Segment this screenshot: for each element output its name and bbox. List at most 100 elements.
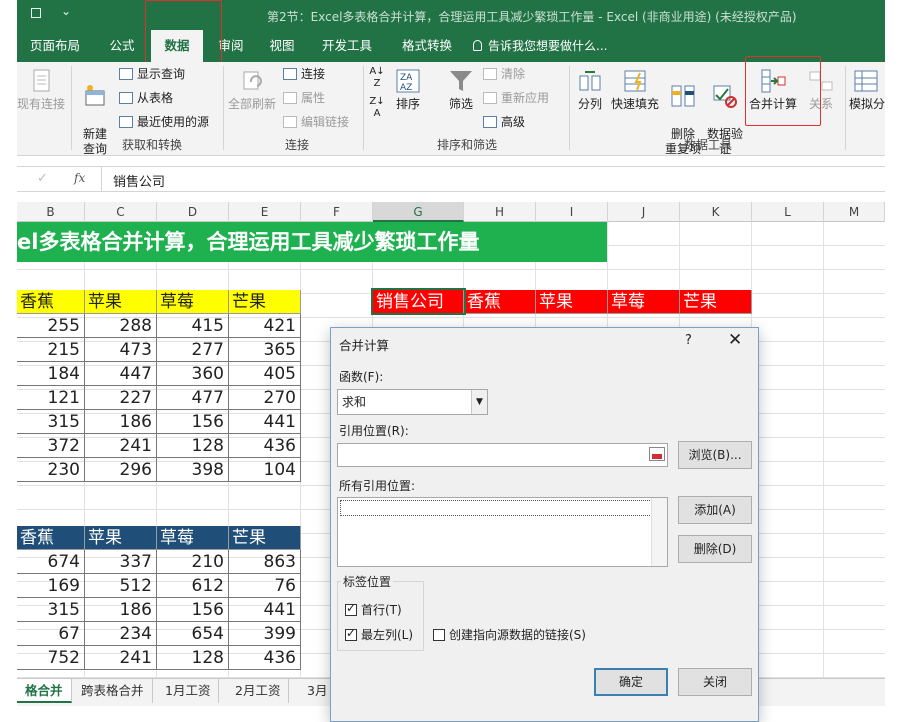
table-cell[interactable]: 156	[157, 410, 229, 434]
table-cell[interactable]: 270	[229, 386, 301, 410]
tab-format-convert[interactable]: 格式转换	[391, 30, 463, 62]
table-cell[interactable]: 186	[85, 598, 157, 622]
table-cell[interactable]: 477	[157, 386, 229, 410]
reference-input[interactable]	[337, 443, 668, 467]
table-cell[interactable]: 436	[229, 646, 301, 670]
table-cell[interactable]: 365	[229, 338, 301, 362]
table-cell[interactable]: 654	[157, 622, 229, 646]
table-cell[interactable]: 241	[85, 434, 157, 458]
column-header-f[interactable]: F	[301, 202, 373, 222]
column-header-d[interactable]: D	[157, 202, 229, 222]
sheet-tab[interactable]: 1月工资	[157, 679, 220, 703]
table-cell[interactable]: 104	[229, 458, 301, 482]
table-cell[interactable]: 277	[157, 338, 229, 362]
table-cell[interactable]: 241	[85, 646, 157, 670]
table-cell[interactable]: 255	[17, 314, 85, 338]
tell-me-search[interactable]: 告诉我您想要做什么...	[473, 30, 607, 62]
table-cell[interactable]: 399	[229, 622, 301, 646]
edit-links-button[interactable]: 编辑链接	[283, 112, 349, 132]
browse-button[interactable]: 浏览(B)...	[678, 441, 752, 469]
ok-button[interactable]: 确定	[594, 668, 668, 696]
table-cell[interactable]: 184	[17, 362, 85, 386]
sort-asc-button[interactable]: A↓ Z	[367, 66, 387, 90]
table2-header[interactable]: 草莓	[157, 526, 229, 550]
tab-developer[interactable]: 开发工具	[313, 30, 381, 62]
table-cell[interactable]: 315	[17, 598, 85, 622]
clear-filter-button[interactable]: 清除	[483, 64, 525, 84]
table-cell[interactable]: 360	[157, 362, 229, 386]
column-header-j[interactable]: J	[608, 202, 680, 222]
result-header[interactable]: 芒果	[680, 290, 752, 314]
sheet-tab[interactable]: 格合并	[17, 679, 72, 703]
show-query-button[interactable]: 显示查询	[119, 64, 185, 84]
enter-check-icon[interactable]: ✓	[37, 171, 48, 186]
table-cell[interactable]: 76	[229, 574, 301, 598]
table-cell[interactable]: 234	[85, 622, 157, 646]
sheet-tab[interactable]: 跨表格合并	[73, 679, 153, 703]
create-links-checkbox[interactable]: 创建指向源数据的链接(S)	[433, 626, 586, 643]
refresh-all-button[interactable]: 全部刷新	[227, 68, 277, 112]
column-header-g[interactable]: G	[373, 202, 464, 222]
column-header-l[interactable]: L	[752, 202, 824, 222]
table-cell[interactable]: 296	[85, 458, 157, 482]
reapply-button[interactable]: 重新应用	[483, 88, 549, 108]
existing-connections-button[interactable]: 现有连接	[17, 68, 65, 112]
quick-access-chevron-icon[interactable]: ⌄	[61, 4, 71, 18]
delete-button[interactable]: 删除(D)	[678, 535, 752, 563]
left-column-checkbox[interactable]: 最左列(L)	[345, 626, 413, 643]
table-cell[interactable]: 447	[85, 362, 157, 386]
formula-input[interactable]: 销售公司	[113, 171, 165, 190]
table-cell[interactable]: 227	[85, 386, 157, 410]
insert-function-icon[interactable]: fx	[74, 171, 85, 185]
tab-formulas[interactable]: 公式	[99, 30, 145, 62]
list-scrollbar[interactable]	[651, 498, 667, 566]
table1-header[interactable]: 苹果	[85, 290, 157, 314]
table-cell[interactable]: 372	[17, 434, 85, 458]
sort-button[interactable]: ZA AZ 排序	[391, 68, 425, 112]
column-header-h[interactable]: H	[464, 202, 536, 222]
range-select-icon[interactable]	[649, 447, 665, 461]
advanced-filter-button[interactable]: 高级	[483, 112, 525, 132]
column-header-i[interactable]: I	[536, 202, 608, 222]
table-cell[interactable]: 674	[17, 550, 85, 574]
close-icon[interactable]: ✕	[728, 330, 742, 350]
table-cell[interactable]: 612	[157, 574, 229, 598]
table-cell[interactable]: 337	[85, 550, 157, 574]
table1-header[interactable]: 芒果	[229, 290, 301, 314]
recent-sources-button[interactable]: 最近使用的源	[119, 112, 209, 132]
table-cell[interactable]: 752	[17, 646, 85, 670]
result-header[interactable]: 苹果	[536, 290, 608, 314]
table-cell[interactable]: 215	[17, 338, 85, 362]
table-cell[interactable]: 473	[85, 338, 157, 362]
what-if-button[interactable]: 模拟分	[849, 68, 885, 112]
table1-header[interactable]: 香蕉	[17, 290, 85, 314]
column-header-k[interactable]: K	[680, 202, 752, 222]
table-cell[interactable]: 288	[85, 314, 157, 338]
properties-button[interactable]: 属性	[283, 88, 325, 108]
table-cell[interactable]: 441	[229, 410, 301, 434]
add-button[interactable]: 添加(A)	[678, 496, 752, 524]
sort-desc-button[interactable]: Z↓ A	[367, 96, 387, 120]
column-header-c[interactable]: C	[85, 202, 157, 222]
tab-view[interactable]: 视图	[259, 30, 305, 62]
text-to-columns-button[interactable]: 分列	[573, 68, 607, 112]
table2-header[interactable]: 香蕉	[17, 526, 85, 550]
all-references-list[interactable]	[337, 497, 668, 567]
column-header-e[interactable]: E	[229, 202, 301, 222]
table-cell[interactable]: 186	[85, 410, 157, 434]
table-cell[interactable]: 315	[17, 410, 85, 434]
connections-button[interactable]: 连接	[283, 64, 325, 84]
table-cell[interactable]: 405	[229, 362, 301, 386]
tab-page-layout[interactable]: 页面布局	[17, 30, 93, 62]
table2-header[interactable]: 苹果	[85, 526, 157, 550]
table-cell[interactable]: 121	[17, 386, 85, 410]
table-cell[interactable]: 169	[17, 574, 85, 598]
table-cell[interactable]: 421	[229, 314, 301, 338]
table-cell[interactable]: 512	[85, 574, 157, 598]
table-cell[interactable]: 156	[157, 598, 229, 622]
function-select[interactable]: 求和 ▼	[337, 389, 488, 415]
table-cell[interactable]: 67	[17, 622, 85, 646]
table-cell[interactable]: 415	[157, 314, 229, 338]
close-button[interactable]: 关闭	[678, 668, 752, 696]
result-header[interactable]: 草莓	[608, 290, 680, 314]
